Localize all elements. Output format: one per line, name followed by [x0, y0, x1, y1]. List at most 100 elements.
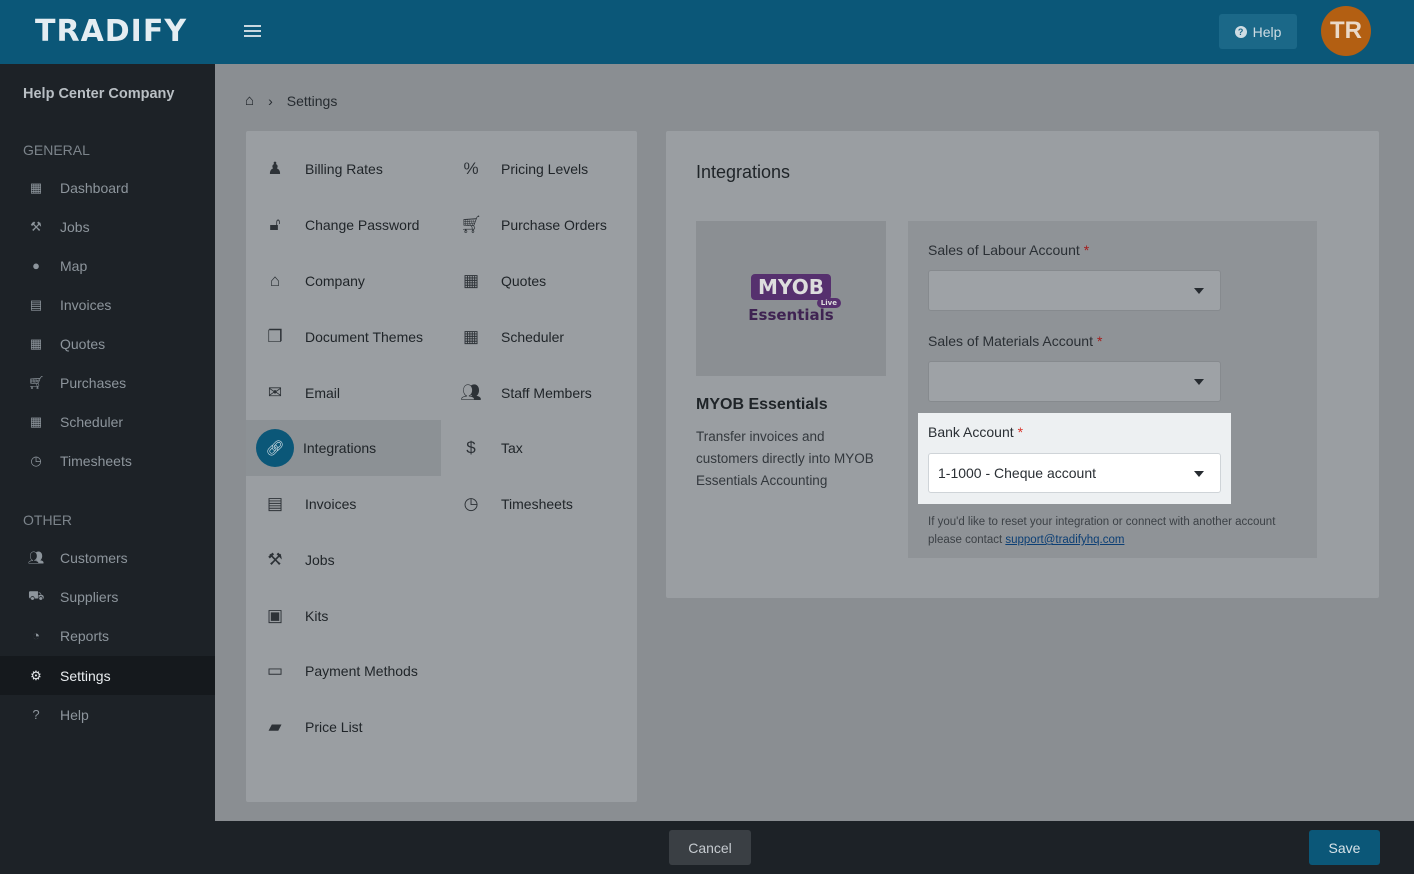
question-icon: ? [32, 707, 40, 722]
sidebar-item-label: Purchases [60, 374, 127, 391]
sidebar-item-suppliers[interactable]: ⛟ Suppliers [0, 577, 215, 616]
percent-icon: % [463, 159, 479, 178]
sidebar-item-label: Settings [60, 667, 111, 684]
settings-item-label: Tax [501, 440, 523, 456]
sidebar-item-label: Suppliers [60, 588, 119, 605]
settings-item-kits[interactable]: ▣ Kits [262, 588, 441, 644]
settings-item-label: Payment Methods [305, 663, 418, 679]
settings-item-label: Document Themes [305, 329, 424, 345]
calendar-icon: ▦ [29, 413, 43, 429]
cart-icon: 🛒︎ [28, 374, 45, 390]
dashboard-icon: ▦ [29, 179, 43, 195]
invoice-icon: ▤ [29, 296, 43, 312]
settings-item-label: Purchase Orders [501, 217, 607, 233]
settings-item-pricing-levels[interactable]: % Pricing Levels [458, 141, 628, 197]
settings-item-label: Billing Rates [305, 161, 383, 177]
clock-icon: ◷ [30, 452, 42, 468]
lock-icon: 🔓︎ [269, 215, 281, 234]
materials-account-select[interactable] [928, 361, 1221, 402]
users-icon: 👥︎ [460, 383, 482, 402]
settings-item-integrations[interactable]: 🔗︎ Integrations [246, 420, 441, 476]
sidebar-item-label: Invoices [60, 296, 112, 313]
sidebar-item-settings[interactable]: ⚙ Settings [0, 656, 215, 695]
sidebar-item-label: Quotes [60, 335, 106, 352]
settings-item-timesheets[interactable]: ◷ Timesheets [458, 476, 628, 532]
sidebar-item-customers[interactable]: 👥︎ Customers [0, 538, 215, 577]
settings-item-quotes[interactable]: ▦ Quotes [458, 253, 628, 309]
settings-item-price-list[interactable]: ▰ Price List [262, 699, 441, 755]
labour-account-select[interactable] [928, 270, 1221, 311]
caret-down-icon [1194, 288, 1204, 294]
settings-item-label: Staff Members [501, 385, 592, 401]
calculator-icon: ▦ [462, 271, 480, 290]
support-email-link[interactable]: support@tradifyhq.com [1005, 534, 1124, 546]
settings-item-jobs[interactable]: ⚒ Jobs [262, 532, 441, 588]
myob-logo-mark: MYOB Live [751, 273, 841, 308]
hamburger-menu-icon[interactable] [244, 22, 262, 42]
settings-item-label: Jobs [305, 552, 335, 568]
sidebar-item-label: Dashboard [60, 179, 129, 196]
sidebar-item-invoices[interactable]: ▤ Invoices [0, 285, 215, 324]
labour-account-label: Sales of Labour Account * [928, 242, 1090, 258]
settings-item-billing-rates[interactable]: ♟ Billing Rates [262, 141, 441, 197]
settings-item-payment-methods[interactable]: ▭ Payment Methods [262, 643, 441, 699]
myob-live-badge: Live [816, 297, 841, 308]
map-marker-icon: ● [32, 258, 40, 273]
book-icon: ▰ [268, 717, 282, 736]
sidebar-item-reports[interactable]: ◔ Reports [0, 616, 215, 655]
settings-item-purchase-orders[interactable]: 🛒︎ Purchase Orders [458, 197, 628, 253]
sidebar-item-jobs[interactable]: ⚒ Jobs [0, 207, 215, 246]
save-button[interactable]: Save [1309, 830, 1380, 865]
bank-account-select[interactable]: 1-1000 - Cheque account [928, 453, 1221, 493]
help-button[interactable]: ? Help [1219, 14, 1297, 49]
settings-item-label: Pricing Levels [501, 161, 589, 177]
settings-item-email[interactable]: ✉ Email [262, 365, 441, 421]
settings-item-staff-members[interactable]: 👥︎ Staff Members [458, 365, 628, 421]
footer-bar [215, 821, 1414, 874]
provider-description: Transfer invoices and customers directly… [696, 429, 874, 488]
settings-item-document-themes[interactable]: ❐ Document Themes [262, 309, 441, 365]
money-icon: ▭ [266, 661, 284, 680]
sidebar-item-label: Customers [60, 549, 128, 566]
sidebar-item-quotes[interactable]: ▦ Quotes [0, 324, 215, 363]
settings-item-label: Invoices [305, 496, 357, 512]
sidebar-item-dashboard[interactable]: ▦ Dashboard [0, 168, 215, 207]
settings-item-company[interactable]: ⌂ Company [262, 253, 441, 309]
sidebar-item-timesheets[interactable]: ◷ Timesheets [0, 441, 215, 480]
cart-icon: 🛒︎ [460, 215, 482, 234]
sidebar-item-label: Reports [60, 627, 110, 644]
calendar-icon: ▦ [462, 327, 480, 346]
caret-down-icon [1194, 471, 1204, 477]
person-icon: ♟ [267, 159, 283, 178]
sidebar-item-label: Jobs [60, 218, 90, 235]
tradify-logo[interactable]: TRADIFY [35, 14, 187, 49]
documents-icon: ❐ [267, 327, 283, 346]
file-icon: ▤ [266, 494, 284, 513]
settings-item-tax[interactable]: $ Tax [458, 420, 628, 476]
settings-item-label: Company [305, 273, 365, 289]
sidebar-item-help[interactable]: ? Help [0, 695, 215, 734]
settings-item-label: Change Password [305, 217, 420, 233]
home-icon[interactable]: ⌂ [245, 92, 254, 109]
truck-icon: ⛟ [28, 587, 45, 603]
sidebar-item-map[interactable]: ● Map [0, 246, 215, 285]
section-title-other: OTHER [23, 512, 72, 528]
help-button-label: Help [1252, 23, 1282, 40]
settings-item-label: Email [305, 385, 341, 401]
cancel-button[interactable]: Cancel [669, 830, 751, 865]
sidebar-item-label: Scheduler [60, 413, 124, 430]
integration-reset-note: If you'd like to reset your integration … [928, 516, 1276, 546]
settings-item-change-password[interactable]: 🔓︎ Change Password [262, 197, 441, 253]
sidebar-item-scheduler[interactable]: ▦ Scheduler [0, 402, 215, 441]
myob-logo-subtitle: Essentials [748, 305, 834, 324]
settings-item-scheduler[interactable]: ▦ Scheduler [458, 309, 628, 365]
breadcrumb: ⌂ › Settings [245, 92, 337, 109]
section-title-general: GENERAL [23, 142, 90, 158]
user-avatar[interactable]: TR [1321, 6, 1371, 56]
sidebar-item-label: Help [60, 706, 89, 723]
hammer-icon: ⚒ [30, 218, 42, 234]
settings-item-invoices[interactable]: ▤ Invoices [262, 476, 441, 532]
cubes-icon: ▣ [266, 606, 284, 625]
hammer-icon: ⚒ [267, 550, 283, 569]
sidebar-item-purchases[interactable]: 🛒︎ Purchases [0, 363, 215, 402]
